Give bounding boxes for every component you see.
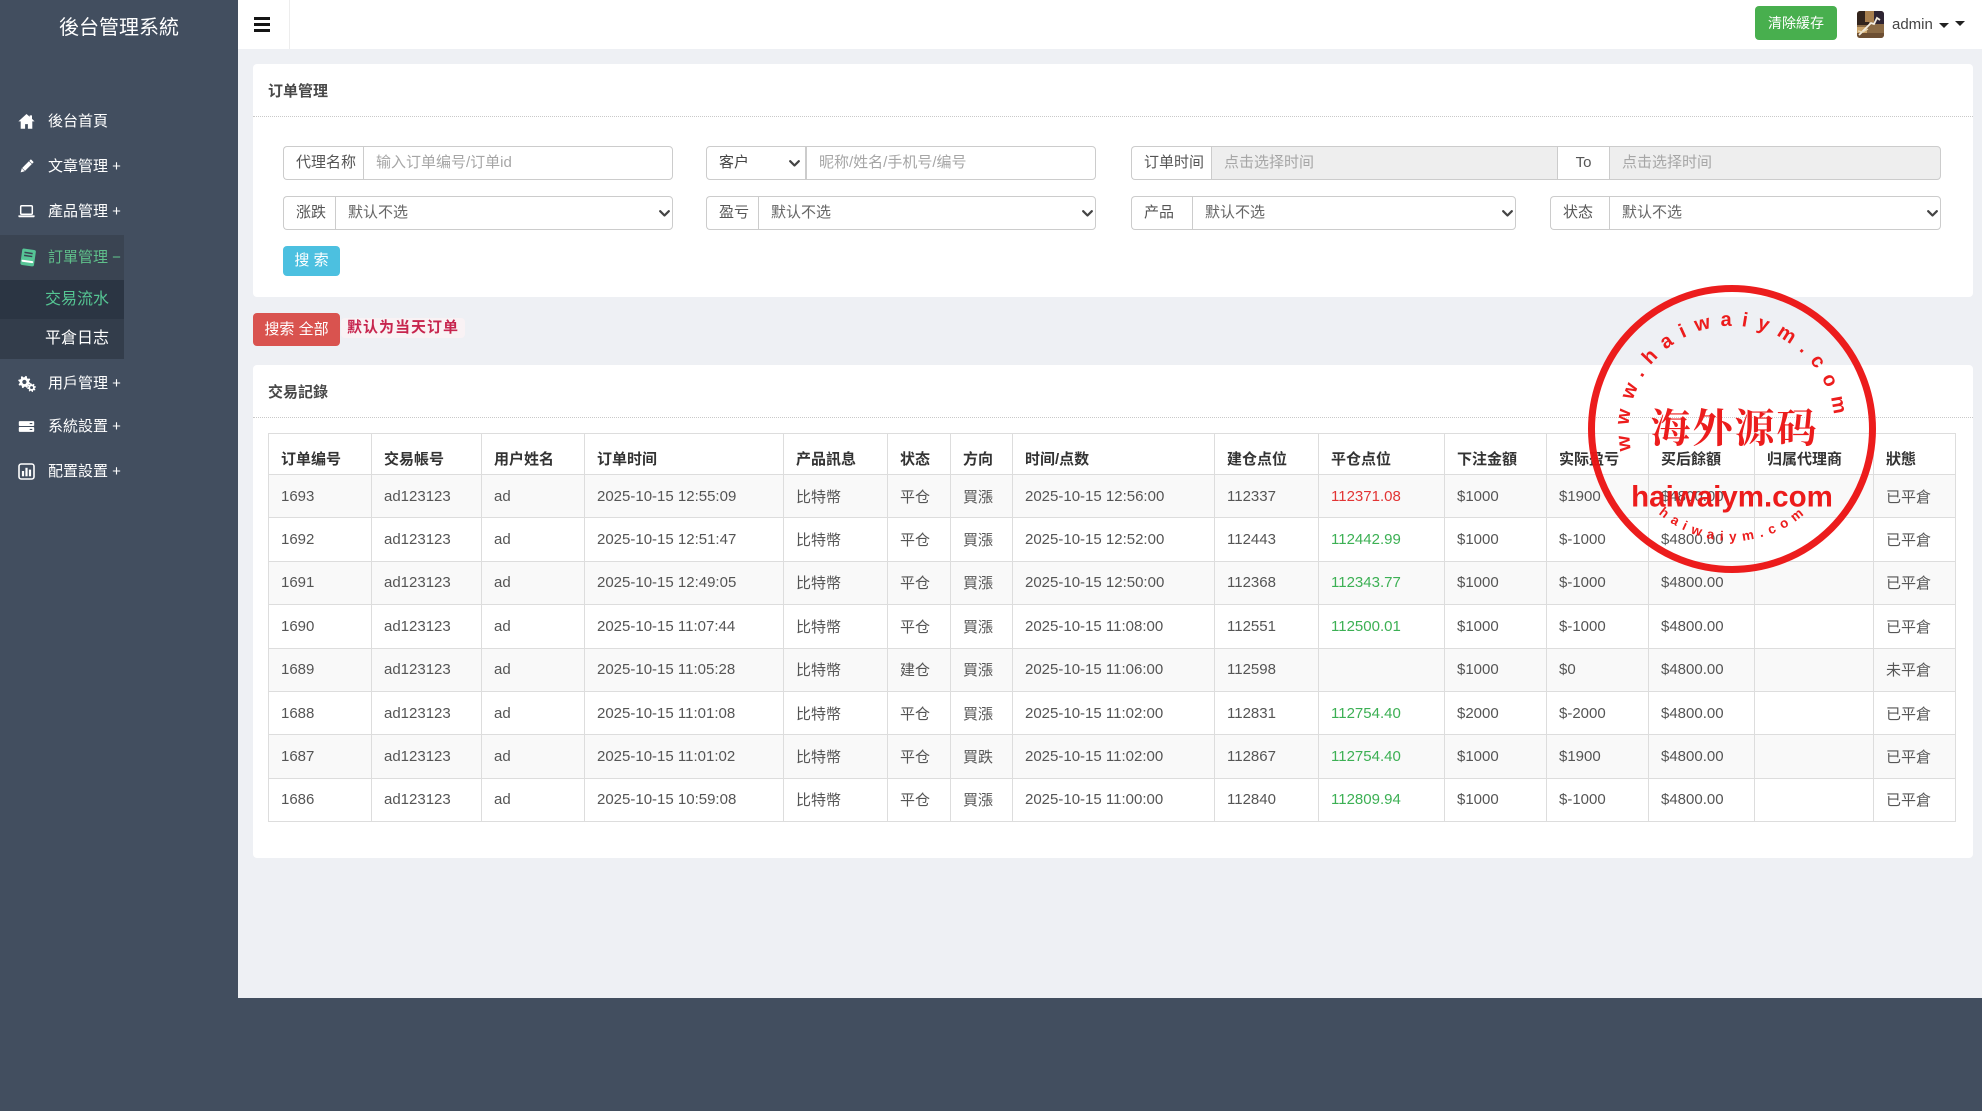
svg-text:haiwaiym.com: haiwaiym.com <box>1631 481 1833 514</box>
svg-text:海外源码: 海外源码 <box>1651 397 1819 454</box>
